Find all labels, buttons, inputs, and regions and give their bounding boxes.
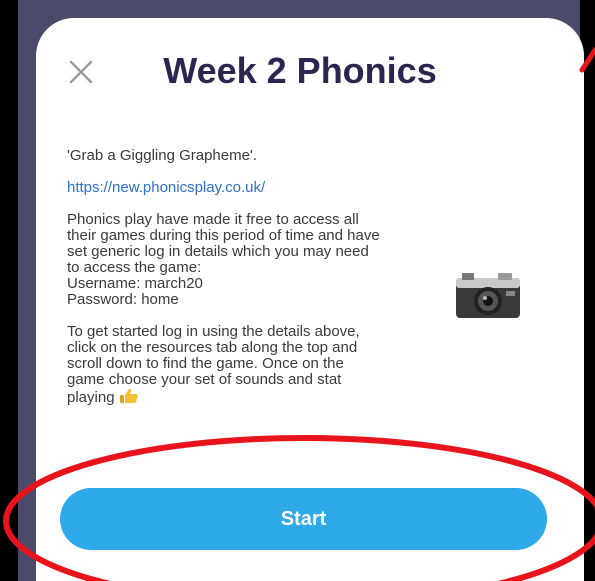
instruction-line: click on the resources tab along the top… <box>67 339 358 356</box>
game-name-text: 'Grab a Giggling Grapheme'. <box>67 147 257 164</box>
screenshot-stage: Week 2 Phonics 'Grab a Giggling Grapheme… <box>0 0 595 581</box>
close-icon[interactable] <box>66 57 96 87</box>
modal-content: 'Grab a Giggling Grapheme'. https://new.… <box>67 148 467 406</box>
instruction-line: To get started log in using the details … <box>67 323 360 340</box>
instructions-text: To get started log in using the details … <box>67 324 467 406</box>
thumbs-up-icon <box>119 388 138 403</box>
access-details-text: Phonics play have made it free to access… <box>67 212 467 308</box>
body-line: their games during this period of time a… <box>67 227 380 244</box>
phonics-link[interactable]: https://new.phonicsplay.co.uk/ <box>67 180 467 196</box>
modal-title: Week 2 Phonics <box>163 50 437 91</box>
instruction-line: scroll down to find the game. Once on th… <box>67 355 344 372</box>
camera-icon <box>456 273 520 318</box>
instruction-line: playing <box>67 389 115 406</box>
username-line: Username: march20 <box>67 275 203 292</box>
body-line: to access the game: <box>67 259 202 276</box>
password-line: Password: home <box>67 291 179 308</box>
body-line: Phonics play have made it free to access… <box>67 211 359 228</box>
body-line: set generic log in details which you may… <box>67 243 369 260</box>
instruction-line: game choose your set of sounds and stat <box>67 371 342 388</box>
start-button[interactable]: Start <box>60 488 547 550</box>
